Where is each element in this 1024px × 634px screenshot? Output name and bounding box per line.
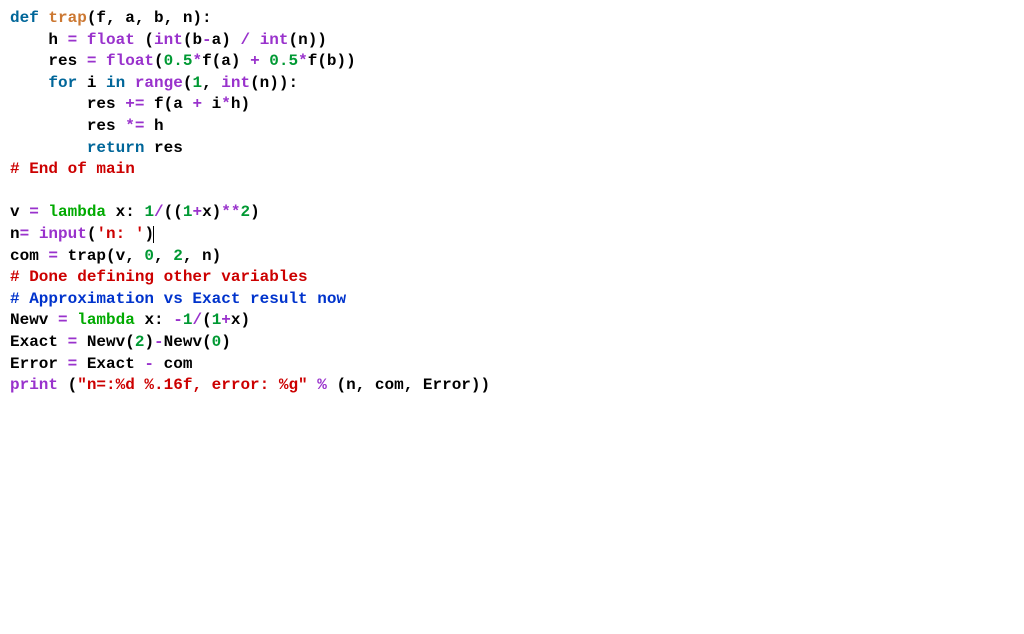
code-line: res += f(a + i*h)	[10, 95, 250, 113]
keyword-def: def	[10, 9, 48, 27]
code-line: res = float(0.5*f(a) + 0.5*f(b))	[10, 52, 356, 70]
code-line: com = trap(v, 0, 2, n)	[10, 247, 221, 265]
code-line: return res	[10, 139, 183, 157]
code-line: def trap(f, a, b, n):	[10, 9, 212, 27]
code-editor[interactable]: def trap(f, a, b, n): h = float (int(b-a…	[10, 8, 1024, 397]
code-line: h = float (int(b-a) / int(n))	[10, 31, 327, 49]
code-line: Newv = lambda x: -1/(1+x)	[10, 311, 250, 329]
code-line: n= input('n: ')	[10, 225, 154, 243]
code-line: Error = Exact - com	[10, 355, 192, 373]
code-line: # Approximation vs Exact result now	[10, 290, 346, 308]
text-cursor	[153, 226, 154, 243]
code-line: # End of main	[10, 160, 135, 178]
code-line: print ("n=:%d %.16f, error: %g" % (n, co…	[10, 376, 490, 394]
code-line: # Done defining other variables	[10, 268, 308, 286]
function-name: trap	[48, 9, 86, 27]
code-line: res *= h	[10, 117, 164, 135]
code-line: for i in range(1, int(n)):	[10, 74, 298, 92]
comment: # End of main	[10, 160, 135, 178]
code-line: Exact = Newv(2)-Newv(0)	[10, 333, 231, 351]
code-line: v = lambda x: 1/((1+x)**2)	[10, 203, 260, 221]
signature: (f, a, b, n):	[87, 9, 212, 27]
comment: # Approximation vs Exact result now	[10, 290, 346, 308]
comment: # Done defining other variables	[10, 268, 308, 286]
